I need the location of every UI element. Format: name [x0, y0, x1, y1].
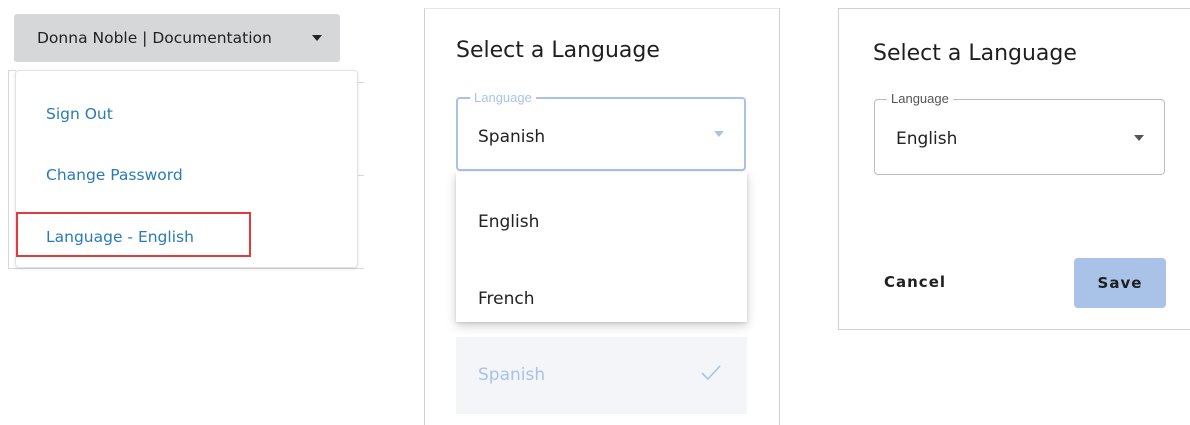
dialog-title: Select a Language — [456, 38, 660, 63]
option-spanish: Spanish — [478, 365, 546, 385]
language-select[interactable]: Language English — [874, 91, 1165, 175]
option-french[interactable]: French — [478, 289, 535, 309]
field-value: Spanish — [478, 127, 546, 147]
background-divider — [8, 268, 364, 269]
language-options-list: English French — [456, 172, 747, 322]
check-icon — [701, 365, 721, 381]
user-menu-button-label: Donna Noble | Documentation — [37, 29, 272, 47]
user-menu-button[interactable]: Donna Noble | Documentation — [14, 14, 340, 62]
menu-item-change-password[interactable]: Change Password — [46, 166, 183, 184]
language-select[interactable]: Language Spanish — [456, 90, 746, 171]
cancel-button[interactable]: Cancel — [884, 273, 946, 291]
field-value: English — [896, 129, 958, 149]
option-spanish-selected[interactable]: Spanish — [456, 337, 747, 414]
save-button[interactable]: Save — [1074, 258, 1166, 308]
caret-down-icon — [714, 131, 724, 137]
caret-down-icon — [1134, 135, 1144, 141]
menu-item-sign-out[interactable]: Sign Out — [46, 105, 113, 123]
highlight-box — [16, 212, 251, 257]
field-label: Language — [887, 91, 953, 107]
option-english[interactable]: English — [478, 212, 539, 232]
dialog-title: Select a Language — [873, 41, 1077, 66]
background-divider — [8, 70, 9, 268]
field-label: Language — [470, 90, 536, 106]
save-button-label: Save — [1097, 274, 1143, 292]
caret-down-icon — [312, 35, 322, 41]
